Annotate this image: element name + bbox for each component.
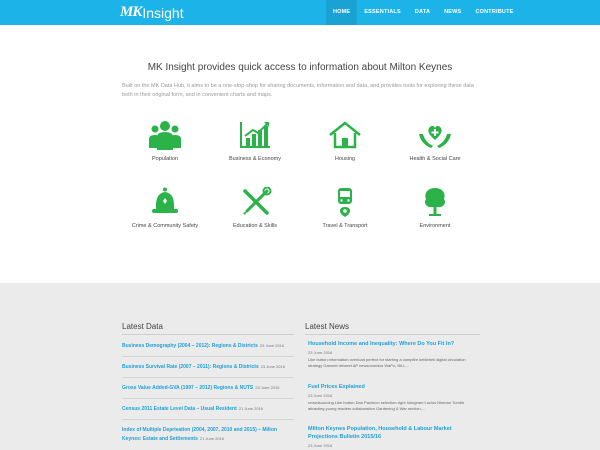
nav-home[interactable]: HOME bbox=[326, 0, 358, 25]
category-label: Education & Skills bbox=[232, 223, 278, 229]
data-item-title: Business Demography (2004 – 2012): Regio… bbox=[122, 343, 258, 349]
top-navigation-bar: MK Insight HOME ESSENTIALS DATA NEWS CON… bbox=[0, 0, 600, 25]
divider bbox=[122, 334, 294, 335]
category-label: Crime & Community Safety bbox=[131, 223, 199, 229]
category-education-skills[interactable]: Education & Skills bbox=[210, 187, 300, 229]
growth-chart-icon bbox=[240, 122, 270, 148]
category-label: Health & Social Care bbox=[409, 156, 461, 162]
category-environment[interactable]: Environment bbox=[390, 187, 480, 229]
main-nav: HOME ESSENTIALS DATA NEWS CONTRIBUTE bbox=[326, 0, 521, 25]
data-item-deprivation-index[interactable]: Index of Multiple Deprivation (2004, 200… bbox=[122, 427, 294, 443]
category-business-economy[interactable]: Business & Economy bbox=[210, 120, 300, 162]
tools-icon bbox=[243, 187, 272, 215]
category-population[interactable]: Population bbox=[120, 120, 210, 162]
news-item-date: 23 June 2016 bbox=[308, 393, 333, 398]
latest-data-heading: Latest Data bbox=[122, 322, 163, 331]
divider bbox=[305, 334, 480, 335]
category-travel-transport[interactable]: Travel & Transport bbox=[300, 187, 390, 229]
data-item-date: 21 June 2016 bbox=[238, 406, 264, 411]
data-item-title: Census 2011 Estate Level Data – Usual Re… bbox=[122, 406, 237, 412]
data-item-date: 23 June 2016 bbox=[255, 385, 280, 390]
data-item-date: 23 June 2016 bbox=[259, 343, 285, 348]
category-label: Business & Economy bbox=[229, 156, 281, 162]
data-item-census-2011[interactable]: Census 2011 Estate Level Data – Usual Re… bbox=[122, 405, 294, 414]
house-icon bbox=[329, 121, 361, 149]
data-item-title: Business Survival Rate (2007 – 2011): Re… bbox=[122, 364, 259, 370]
divider bbox=[122, 398, 294, 399]
category-label: Housing bbox=[334, 156, 356, 162]
page-title: MK Insight provides quick access to info… bbox=[147, 62, 453, 73]
data-item-business-demography[interactable]: Business Demography (2004 – 2012): Regio… bbox=[122, 342, 294, 351]
nav-news[interactable]: NEWS bbox=[437, 0, 468, 25]
mk-insight-logo[interactable]: MK Insight bbox=[120, 3, 184, 22]
divider bbox=[122, 419, 294, 420]
data-item-date: 23 June 2016 bbox=[260, 364, 285, 369]
news-item-date: 23 June 2016 bbox=[308, 350, 333, 355]
bus-icon bbox=[338, 188, 352, 217]
data-item-gva[interactable]: Gross Value Added-GVA (1997 – 2012) Regi… bbox=[122, 384, 294, 393]
divider bbox=[122, 377, 294, 378]
news-item-excerpt: Like button information overload perfect… bbox=[308, 357, 466, 368]
category-health-social-care[interactable]: Health & Social Care bbox=[390, 120, 480, 162]
news-item-title[interactable]: Fuel Prices Explained bbox=[308, 383, 480, 391]
category-label: Environment bbox=[419, 223, 451, 229]
divider bbox=[122, 356, 294, 357]
nav-essentials[interactable]: ESSENTIALS bbox=[357, 0, 408, 25]
tree-icon bbox=[424, 188, 446, 216]
care-hands-icon bbox=[419, 125, 451, 148]
data-item-date: 21 June 2016 bbox=[199, 435, 225, 441]
logo-mark: MK bbox=[120, 4, 142, 20]
data-item-title: Gross Value Added-GVA (1997 – 2012) Regi… bbox=[122, 385, 254, 391]
data-item-business-survival[interactable]: Business Survival Rate (2007 – 2011): Re… bbox=[122, 363, 294, 372]
police-helmet-icon bbox=[152, 187, 178, 213]
latest-section bbox=[0, 283, 600, 450]
news-item-excerpt: crowdsourcing Like button Dan Pacheco se… bbox=[308, 400, 465, 411]
logo-text: Insight bbox=[142, 4, 184, 21]
category-housing[interactable]: Housing bbox=[300, 120, 390, 162]
news-item-title[interactable]: Household Income and Inequality: Where D… bbox=[308, 340, 480, 348]
nav-data[interactable]: DATA bbox=[408, 0, 437, 25]
latest-news-heading: Latest News bbox=[305, 322, 350, 331]
category-label: Travel & Transport bbox=[322, 223, 368, 229]
category-label: Population bbox=[152, 156, 178, 162]
people-icon bbox=[149, 121, 181, 150]
intro-text: Built on the MK Data Hub, it aims to be … bbox=[122, 83, 474, 98]
nav-contribute[interactable]: CONTRIBUTE bbox=[468, 0, 520, 25]
news-item-date: 23 June 2016 bbox=[308, 443, 333, 448]
news-item-title[interactable]: Milton Keynes Population, Household & La… bbox=[308, 425, 480, 441]
category-crime-community-safety[interactable]: Crime & Community Safety bbox=[120, 187, 210, 229]
